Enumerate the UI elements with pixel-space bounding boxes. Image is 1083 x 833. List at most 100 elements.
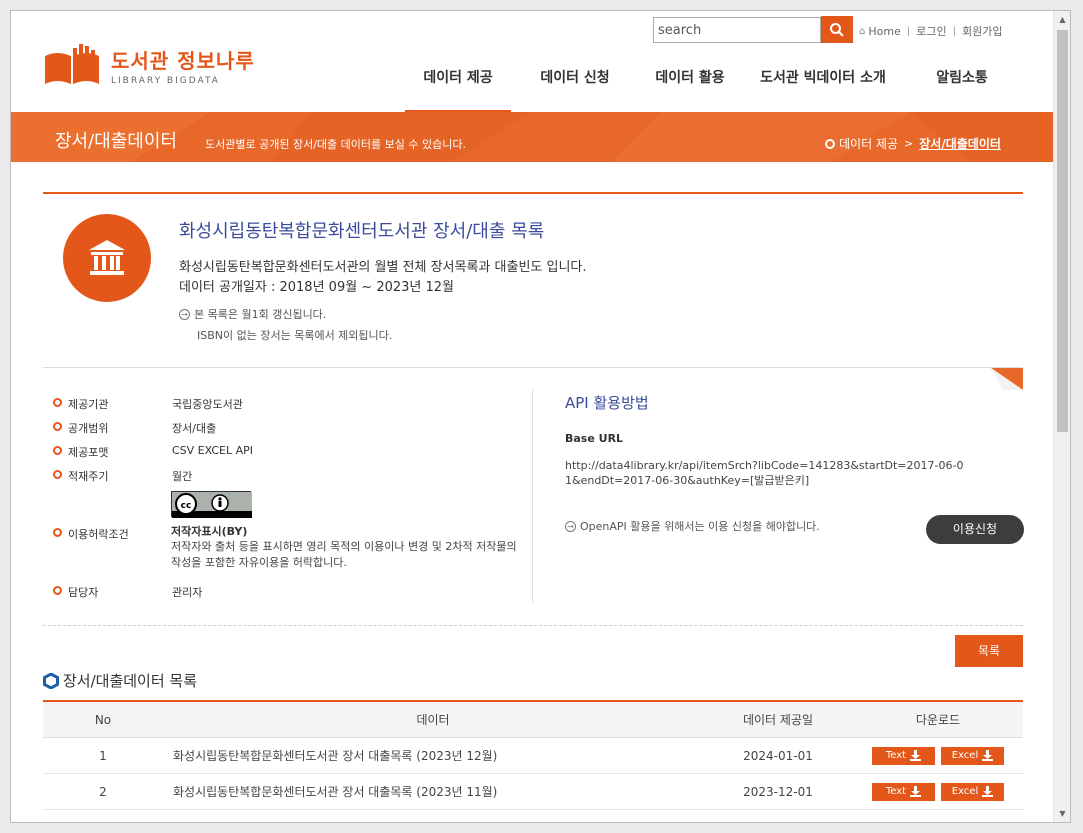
books-logo-icon (45, 44, 99, 84)
home-link[interactable]: Home (868, 25, 900, 38)
download-excel-button[interactable]: Excel (941, 782, 1004, 801)
download-icon (910, 750, 922, 761)
license-title: 저작자표시(BY) (171, 525, 248, 538)
row-downloads: Text Excel (853, 738, 1023, 773)
info-label: 담당자 (68, 586, 99, 599)
button-label: Excel (951, 786, 979, 797)
info-cycle: 적재주기 월간 (53, 468, 192, 484)
row-number: 2 (99, 785, 107, 799)
row-date: 2024-01-01 (743, 749, 813, 763)
page-banner: 장서/대출데이터 도서관별로 공개된 장서/대출 데이터를 보실 수 있습니다.… (11, 112, 1055, 162)
license-description: 저작자와 출처 등을 표시하면 영리 목적의 이용이나 변경 및 2차적 저작물… (171, 540, 517, 569)
row-number: 1 (99, 749, 107, 763)
download-icon (910, 786, 922, 797)
data-table: No 데이터 데이터 제공일 다운로드 1 화성시립동탄복합문화센터도서관 장서… (43, 700, 1023, 810)
top-links: ⌂ Home | 로그인 | 회원가입 (859, 23, 1002, 39)
button-label: Excel (951, 750, 979, 761)
section-title-text: 장서/대출데이터 목록 (63, 672, 198, 690)
api-note-text: OpenAPI 활용을 위해서는 이용 신청을 해야합니다. (580, 520, 820, 533)
hexagon-icon (43, 672, 59, 689)
table-row: 2 화성시립동탄복합문화센터도서관 장서 대출목록 (2023년 11월) 20… (43, 774, 1023, 810)
login-link[interactable]: 로그인 (916, 23, 946, 39)
search-button[interactable] (821, 16, 853, 43)
page-fold-decoration (991, 368, 1023, 390)
signup-link[interactable]: 회원가입 (962, 23, 1002, 39)
browser-window: search ⌂ Home | 로그인 | 회원가입 도서관 정보나루 LIBR… (10, 10, 1071, 823)
column-header: 데이터 제공일 (742, 713, 814, 727)
row-downloads: Text Excel (853, 774, 1023, 809)
list-button[interactable]: 목록 (955, 635, 1023, 667)
button-label: Text (885, 750, 907, 761)
info-license: 이용허락조건 (53, 526, 172, 542)
info-value: 관리자 (172, 586, 203, 599)
note: → 본 목록은 월1회 갱신됩니다. (179, 306, 326, 322)
button-label: Text (885, 786, 907, 797)
site-logo[interactable]: 도서관 정보나루 LIBRARY BIGDATA (43, 44, 255, 86)
row-title: 화성시립동탄복합문화센터도서관 장서 대출목록 (2023년 12월) (173, 749, 498, 763)
scroll-up-arrow-icon[interactable]: ▲ (1054, 11, 1070, 28)
main-nav: 데이터 제공 데이터 신청 데이터 활용 도서관 빅데이터 소개 알림소통 (405, 59, 1019, 114)
info-label: 공개범위 (68, 422, 109, 435)
bullet-icon (53, 586, 62, 595)
divider (43, 367, 1023, 368)
table-row: 1 화성시립동탄복합문화센터도서관 장서 대출목록 (2023년 12월) 20… (43, 738, 1023, 774)
bullet-icon (53, 422, 62, 431)
info-label: 이용허락조건 (68, 528, 129, 541)
nav-data-use[interactable]: 데이터 활용 (639, 59, 741, 114)
api-url: http://data4library.kr/api/itemSrch?libC… (565, 459, 964, 487)
download-icon (982, 750, 994, 761)
nav-bigdata-intro[interactable]: 도서관 빅데이터 소개 (741, 59, 905, 114)
row-date: 2023-12-01 (743, 785, 813, 799)
bullet-icon (53, 470, 62, 479)
arrow-circle-icon: → (179, 308, 190, 320)
nav-data-request[interactable]: 데이터 신청 (511, 59, 639, 114)
page-description: 도서관별로 공개된 장서/대출 데이터를 보실 수 있습니다. (205, 138, 466, 151)
note-text: ISBN이 없는 장서는 목록에서 제외됩니다. (197, 329, 393, 342)
column-header: 다운로드 (915, 712, 961, 727)
row-title: 화성시립동탄복합문화센터도서관 장서 대출목록 (2023년 11월) (173, 785, 498, 799)
divider (43, 625, 1023, 626)
download-text-button[interactable]: Text (872, 746, 935, 765)
column-header: No (94, 713, 112, 727)
dataset-description: 화성시립동탄복합문화센터도서관의 월별 전체 장서목록과 대출빈도 입니다. (179, 260, 587, 275)
chevron-right-icon: > (904, 137, 914, 150)
breadcrumb: 데이터 제공 > 장서/대출데이터 (825, 135, 1001, 152)
info-provider: 제공기관 국립중앙도서관 (53, 396, 243, 412)
scroll-down-arrow-icon[interactable]: ▼ (1054, 805, 1070, 822)
info-label: 적재주기 (68, 470, 109, 483)
apply-button[interactable]: 이용신청 (926, 515, 1024, 544)
breadcrumb-item[interactable]: 데이터 제공 (839, 135, 898, 152)
info-value: 장서/대출 (172, 422, 217, 435)
bullet-icon (53, 398, 62, 407)
download-text-button[interactable]: Text (872, 782, 935, 801)
breadcrumb-circle-icon (825, 138, 835, 149)
download-icon (982, 786, 994, 797)
home-icon: ⌂ (859, 25, 866, 37)
nav-notice[interactable]: 알림소통 (905, 59, 1019, 114)
info-label: 제공기관 (68, 398, 109, 411)
api-base-label: Base URL (565, 432, 624, 445)
note-text: 본 목록은 월1회 갱신됩니다. (194, 308, 327, 321)
download-excel-button[interactable]: Excel (941, 746, 1004, 765)
bullet-icon (53, 528, 62, 537)
search-input[interactable]: search (653, 17, 821, 43)
scrollbar-thumb[interactable] (1057, 30, 1068, 432)
section-title: 장서/대출데이터 목록 (43, 670, 197, 691)
divider (43, 192, 1023, 194)
logo-subtitle: LIBRARY BIGDATA (111, 75, 220, 86)
bullet-icon (53, 446, 62, 455)
page-title: 장서/대출데이터 (55, 131, 177, 152)
divider (532, 389, 533, 603)
nav-data-provide[interactable]: 데이터 제공 (405, 59, 511, 114)
info-manager: 담당자 관리자 (53, 584, 202, 600)
breadcrumb-current[interactable]: 장서/대출데이터 (919, 135, 1001, 152)
api-note: → OpenAPI 활용을 위해서는 이용 신청을 해야합니다. (565, 518, 820, 534)
info-format: 제공포맷 CSV EXCEL API (53, 444, 253, 460)
vertical-scrollbar[interactable]: ▲ ▼ (1053, 11, 1070, 822)
column-header: 데이터 (416, 713, 450, 727)
info-label: 제공포맷 (68, 446, 109, 459)
dataset-period: 데이터 공개일자 : 2018년 09월 ~ 2023년 12월 (179, 280, 455, 295)
api-title: API 활용방법 (565, 394, 649, 412)
search-icon (830, 23, 844, 37)
arrow-circle-icon: → (565, 520, 576, 532)
